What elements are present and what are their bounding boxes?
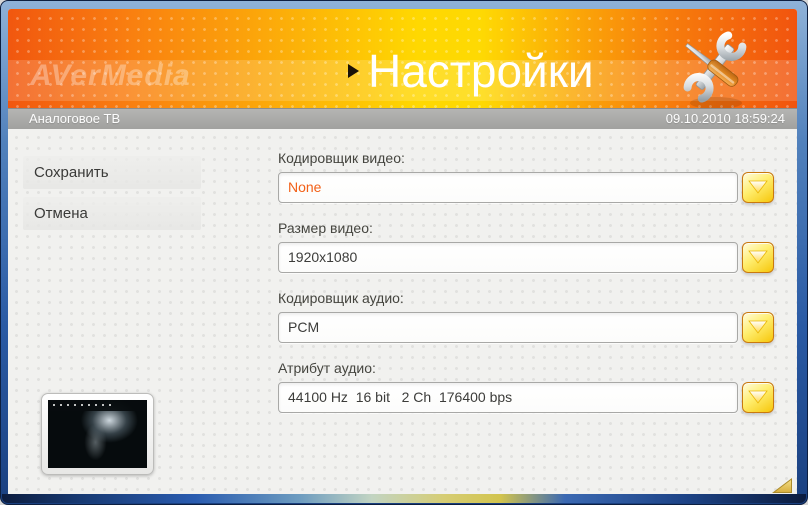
video-encoder-value[interactable]: None: [278, 172, 738, 203]
audio-attribute-group: Атрибут аудио: 44100 Hz 16 bit 2 Ch 1764…: [278, 360, 774, 413]
video-osd-bar: [48, 400, 147, 411]
video-encoder-dropdown-button[interactable]: [742, 172, 774, 203]
window-content: AVerMedia Настройки Аналоговое ТВ 09.10.…: [8, 9, 797, 496]
save-button[interactable]: Сохранить: [23, 156, 201, 189]
right-arrow-icon: [348, 64, 359, 78]
window-bottom-border: [2, 494, 806, 503]
audio-encoder-dropdown-button[interactable]: [742, 312, 774, 343]
wrench-screwdriver-icon: [683, 31, 747, 108]
dropdown-arrow-icon: [748, 320, 768, 334]
video-preview-thumbnail[interactable]: [41, 393, 154, 475]
video-encoder-label: Кодировщик видео:: [278, 150, 405, 166]
status-bar: Аналоговое ТВ 09.10.2010 18:59:24: [8, 108, 797, 129]
mode-label: Аналоговое ТВ: [29, 111, 121, 126]
audio-encoder-group: Кодировщик аудио: PCM: [278, 290, 774, 343]
audio-encoder-value[interactable]: PCM: [278, 312, 738, 343]
audio-attribute-value[interactable]: 44100 Hz 16 bit 2 Ch 176400 bps: [278, 382, 738, 413]
dropdown-arrow-icon: [748, 180, 768, 194]
header-banner: AVerMedia Настройки: [8, 9, 797, 108]
datetime-label: 09.10.2010 18:59:24: [665, 111, 785, 126]
dropdown-arrow-icon: [748, 250, 768, 264]
settings-form: Кодировщик видео: None Размер видео: 192…: [278, 150, 774, 430]
audio-attribute-label: Атрибут аудио:: [278, 360, 376, 376]
video-size-label: Размер видео:: [278, 220, 373, 236]
settings-content: Сохранить Отмена Кодировщик видео: None: [8, 129, 797, 496]
video-encoder-group: Кодировщик видео: None: [278, 150, 774, 203]
resize-grip-icon[interactable]: [772, 478, 793, 494]
video-size-dropdown-button[interactable]: [742, 242, 774, 273]
page-title-row: Настройки: [348, 46, 594, 96]
sidebar: Сохранить Отмена: [23, 156, 201, 238]
dropdown-arrow-icon: [748, 390, 768, 404]
app-window: AVerMedia Настройки Аналоговое ТВ 09.10.…: [0, 0, 808, 505]
page-title: Настройки: [368, 45, 594, 97]
video-frame: [48, 400, 147, 468]
audio-encoder-label: Кодировщик аудио:: [278, 290, 404, 306]
audio-attribute-dropdown-button[interactable]: [742, 382, 774, 413]
video-size-group: Размер видео: 1920x1080: [278, 220, 774, 273]
video-size-value[interactable]: 1920x1080: [278, 242, 738, 273]
cancel-button[interactable]: Отмена: [23, 197, 201, 230]
brand-logo: AVerMedia: [30, 59, 191, 92]
